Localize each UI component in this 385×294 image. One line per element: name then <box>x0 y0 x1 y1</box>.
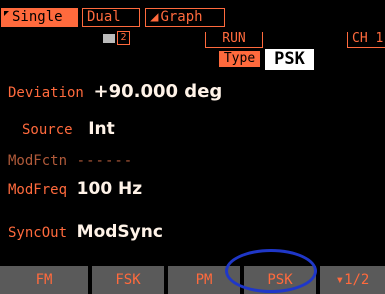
deviation-label: Deviation <box>8 85 84 101</box>
signal-generator-screen: { "tabs": { "single": "Single", "dual": … <box>0 0 385 294</box>
tab-dual[interactable]: Dual <box>82 8 140 27</box>
deviation-row[interactable]: Deviation +90.000 deg <box>8 82 222 102</box>
source-row[interactable]: Source Int <box>22 119 115 139</box>
tab-single[interactable]: Single <box>1 8 78 27</box>
deviation-value: +90.000 deg <box>93 81 223 102</box>
channel-label: CH 1 <box>347 32 385 48</box>
modfctn-row: ModFctn ------ <box>8 150 133 170</box>
run-status: RUN <box>205 32 263 48</box>
modfctn-label: ModFctn <box>8 153 68 169</box>
softkey-page-next[interactable]: ▾1/2 <box>320 266 385 294</box>
channel-indicator: 2 <box>103 31 131 45</box>
syncout-label: SyncOut <box>8 225 68 241</box>
channel-indicator-block <box>103 34 115 43</box>
channel-indicator-number: 2 <box>117 31 130 45</box>
tab-dual-label: Dual <box>87 9 121 25</box>
softkey-fsk[interactable]: FSK <box>92 266 164 294</box>
modfreq-row[interactable]: ModFreq 100 Hz <box>8 179 142 199</box>
type-label: Type <box>219 51 260 67</box>
modfctn-value: ------ <box>76 153 134 169</box>
softkey-psk[interactable]: PSK <box>244 266 316 294</box>
type-value: PSK <box>265 49 314 70</box>
graph-tab-icon: ◢ <box>150 9 159 25</box>
source-value: Int <box>88 119 115 139</box>
tab-corner-marker <box>4 11 9 16</box>
tab-graph-label: Graph <box>160 9 203 25</box>
syncout-row[interactable]: SyncOut ModSync <box>8 222 163 242</box>
modfreq-label: ModFreq <box>8 182 68 198</box>
softkey-fm[interactable]: FM <box>0 266 88 294</box>
tab-single-label: Single <box>12 9 63 25</box>
source-label: Source <box>22 122 73 138</box>
syncout-value: ModSync <box>76 222 163 242</box>
softkey-pm[interactable]: PM <box>168 266 240 294</box>
tab-graph[interactable]: ◢ Graph <box>145 8 225 27</box>
modfreq-value: 100 Hz <box>76 179 143 199</box>
